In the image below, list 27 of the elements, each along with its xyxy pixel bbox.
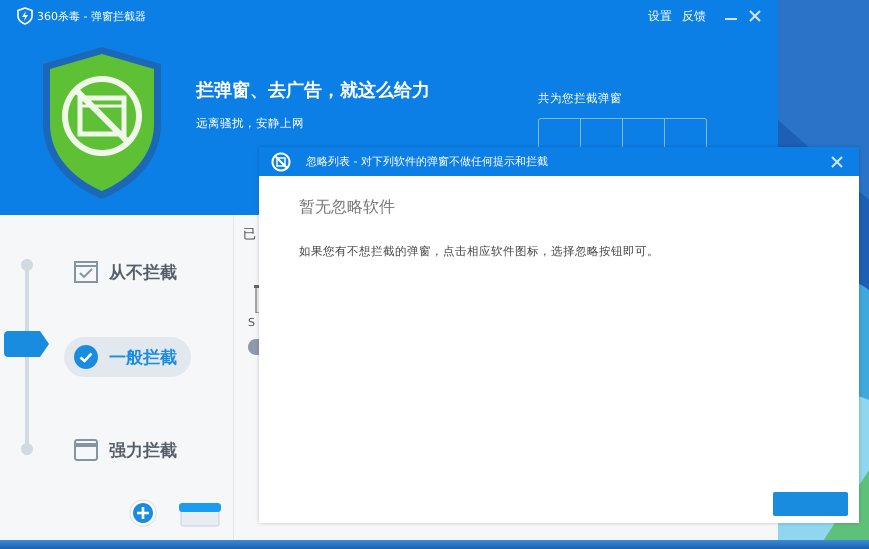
check-circle-icon [74, 345, 98, 369]
counter-label: 共为您拦截弹窗 [538, 91, 623, 106]
close-icon[interactable] [831, 156, 843, 168]
window-icon [74, 439, 98, 461]
empty-state-title: 暂无忽略软件 [299, 197, 396, 218]
menu-link[interactable]: 反馈 [682, 8, 706, 24]
headline: 拦弹窗、去广告，就这么给力 [196, 79, 430, 102]
ban-icon [271, 152, 291, 172]
subline: 远离骚扰，安静上网 [196, 116, 305, 131]
mode-option[interactable]: 一般拦截 [64, 337, 191, 377]
slider-thumb[interactable] [4, 331, 49, 357]
shield-bolt-icon [17, 7, 33, 25]
menu-link[interactable]: 设置 [648, 8, 672, 24]
track-end-knob [21, 259, 33, 271]
shield-icon [40, 44, 164, 202]
track-end-knob [21, 443, 33, 455]
mode-option[interactable]: 强力拦截 [64, 430, 191, 470]
section-heading: 已 [243, 226, 256, 243]
dialog-title: 忽略列表 - 对下列软件的弹窗不做任何提示和拦截 [306, 154, 548, 169]
window-title: 360杀毒 - 弹窗拦截器 [37, 8, 146, 24]
app-label: S [248, 316, 255, 329]
add-icon[interactable] [129, 499, 157, 527]
empty-state-message: 如果您有不想拦截的弹窗，点击相应软件图标，选择忽略按钮即可。 [299, 244, 660, 259]
window-check-icon [74, 261, 98, 283]
close-icon[interactable] [748, 9, 762, 23]
tray-icon[interactable] [179, 501, 221, 527]
mode-option[interactable]: 从不拦截 [64, 252, 191, 292]
